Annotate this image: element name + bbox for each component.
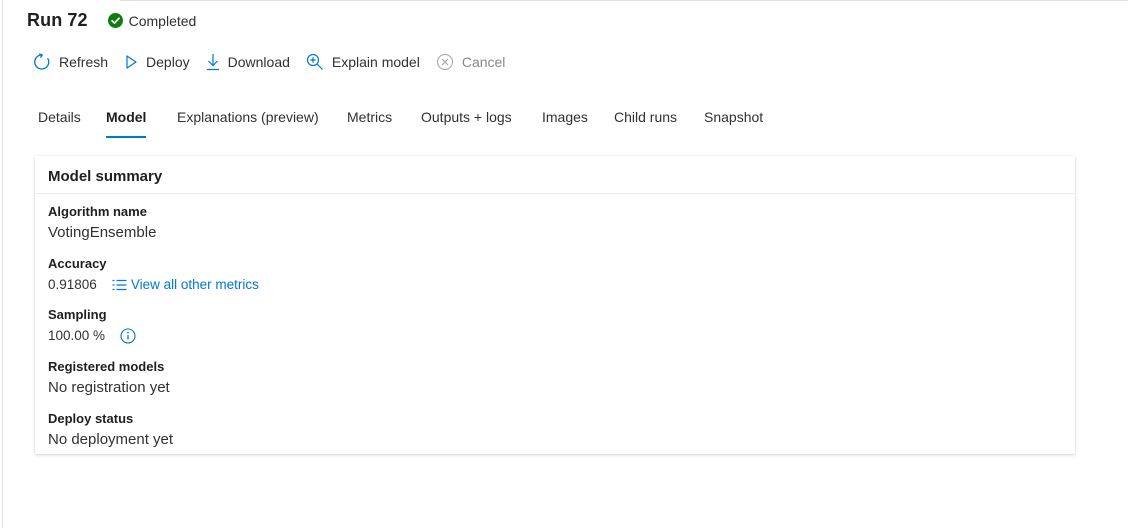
cancel-label: Cancel xyxy=(461,54,506,70)
view-all-metrics-link[interactable]: View all other metrics xyxy=(112,275,259,295)
cancel-icon xyxy=(436,54,453,70)
explain-model-label: Explain model xyxy=(331,54,420,70)
left-border xyxy=(2,0,3,528)
card-title: Model summary xyxy=(48,168,163,185)
cancel-button[interactable]: Cancel xyxy=(436,53,506,71)
command-toolbar: Refresh Deploy Download Explain model Ca… xyxy=(33,53,521,71)
run-header: Run 72 Completed xyxy=(27,10,196,31)
status-badge: Completed xyxy=(107,12,197,29)
list-icon xyxy=(112,279,127,291)
tab-model[interactable]: Model xyxy=(106,107,147,139)
check-circle-icon xyxy=(107,13,123,28)
status-text: Completed xyxy=(128,12,197,29)
deploy-status-label: Deploy status xyxy=(48,411,134,426)
refresh-icon xyxy=(34,53,50,70)
deploy-status-value: No deployment yet xyxy=(48,431,174,448)
registered-models-value: No registration yet xyxy=(48,379,170,396)
model-summary-card: Model summary Algorithm name VotingEnsem… xyxy=(35,156,1075,454)
refresh-label: Refresh xyxy=(59,54,109,70)
run-title: Run 72 xyxy=(27,10,88,30)
zoom-in-icon xyxy=(306,53,323,70)
download-icon xyxy=(206,54,219,71)
view-all-metrics-label: View all other metrics xyxy=(130,277,259,292)
download-button[interactable]: Download xyxy=(206,53,290,71)
tab-snapshot[interactable]: Snapshot xyxy=(704,107,763,139)
tab-outputs-logs[interactable]: Outputs + logs xyxy=(421,107,512,139)
tab-child-runs[interactable]: Child runs xyxy=(614,107,677,139)
accuracy-label: Accuracy xyxy=(48,256,107,271)
tab-images[interactable]: Images xyxy=(542,107,588,139)
algorithm-label: Algorithm name xyxy=(48,204,147,219)
sampling-value: 100.00 % xyxy=(48,328,106,343)
sampling-label: Sampling xyxy=(48,307,107,322)
info-icon[interactable] xyxy=(120,328,136,344)
tab-explanations[interactable]: Explanations (preview) xyxy=(177,107,319,139)
accuracy-row: 0.91806 View all other metrics xyxy=(48,275,259,295)
refresh-button[interactable]: Refresh xyxy=(33,53,108,71)
deploy-label: Deploy xyxy=(146,54,190,70)
tab-details[interactable]: Details xyxy=(38,107,81,139)
deploy-status-field: Deploy status No deployment yet xyxy=(48,411,173,450)
top-border xyxy=(120,0,1128,1)
tab-metrics[interactable]: Metrics xyxy=(347,107,392,139)
explain-model-button[interactable]: Explain model xyxy=(306,53,420,71)
algorithm-field: Algorithm name VotingEnsemble xyxy=(48,204,156,243)
algorithm-value: VotingEnsemble xyxy=(48,224,157,241)
card-divider xyxy=(35,193,1075,194)
play-icon xyxy=(126,55,137,69)
accuracy-value: 0.91806 xyxy=(48,277,97,292)
download-label: Download xyxy=(227,54,290,70)
registered-models-label: Registered models xyxy=(48,359,165,374)
sampling-row: 100.00 % xyxy=(48,326,136,346)
registered-models-field: Registered models No registration yet xyxy=(48,359,170,398)
sampling-field: Sampling 100.00 % xyxy=(48,307,136,346)
accuracy-field: Accuracy 0.91806 View all other metrics xyxy=(48,256,259,295)
deploy-button[interactable]: Deploy xyxy=(124,54,190,70)
run-details-page: Run 72 Completed Refresh Deploy Download… xyxy=(0,0,1128,528)
